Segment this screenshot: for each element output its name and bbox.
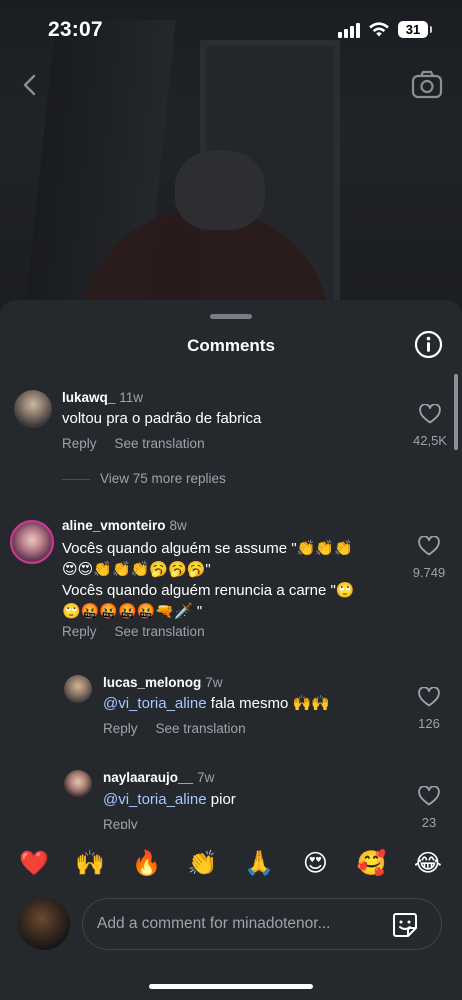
sheet-grabber[interactable] (210, 314, 252, 319)
wifi-icon (369, 22, 389, 37)
reply-button[interactable]: Reply (62, 624, 97, 639)
mention-link[interactable]: @vi_toria_aline (103, 695, 207, 712)
back-arrow-icon[interactable] (16, 70, 44, 100)
emoji-smiling-hearts-button[interactable]: 🥰 (352, 849, 392, 877)
emoji-laughing-button[interactable]: 😂 (408, 849, 448, 877)
mention-link[interactable]: @vi_toria_aline (103, 791, 207, 808)
avatar[interactable] (14, 390, 52, 428)
like-button[interactable]: 42,5K (408, 403, 452, 448)
see-translation-button[interactable]: See translation (115, 436, 205, 451)
comment-text: Vocês quando alguém se assume "👏👏👏 😍😍👏👏👏… (62, 539, 355, 620)
reply-button[interactable]: Reply (103, 721, 138, 736)
reply-username[interactable]: naylaaraujo__ 7w (103, 770, 214, 785)
see-translation-button[interactable]: See translation (156, 721, 246, 736)
signal-icon (338, 22, 362, 38)
heart-icon (419, 403, 441, 424)
avatar[interactable] (10, 520, 54, 564)
view-more-replies[interactable]: View 75 more replies (62, 471, 226, 486)
like-count: 42,5K (413, 433, 447, 448)
emoji-pray-button[interactable]: 🙏 (239, 849, 279, 877)
battery-indicator: 31 (398, 21, 432, 38)
sticker-icon[interactable] (391, 911, 419, 939)
comment-text: voltou pra o padrão de fabrica (62, 410, 262, 427)
avatar[interactable] (64, 675, 92, 703)
like-button[interactable]: 9.749 (404, 535, 454, 580)
emoji-heart-eyes-button[interactable]: 😍 (295, 849, 335, 877)
emoji-clap-button[interactable]: 👏 (183, 849, 223, 877)
camera-icon[interactable] (410, 68, 444, 102)
status-bar: 23:07 31 (0, 0, 462, 56)
emoji-raised-hands-button[interactable]: 🙌 (70, 849, 110, 877)
reply-button[interactable]: Reply (103, 817, 138, 829)
comment-age: 11w (119, 390, 144, 405)
reply-text: @vi_toria_aline pior (103, 791, 236, 808)
comment-input-placeholder: Add a comment for minadotenor... (97, 915, 331, 932)
see-translation-button[interactable]: See translation (115, 624, 205, 639)
reply-username[interactable]: lucas_melonog 7w (103, 675, 223, 690)
status-time: 23:07 (48, 18, 103, 41)
comment-username[interactable]: aline_vmonteiro 8w (62, 518, 187, 533)
sheet-title: Comments (187, 336, 275, 355)
info-icon[interactable] (414, 330, 443, 359)
like-button[interactable]: 23 (408, 785, 450, 830)
home-indicator (149, 984, 313, 989)
emoji-fire-button[interactable]: 🔥 (127, 849, 167, 877)
like-count: 9.749 (412, 565, 446, 580)
scrollbar[interactable] (454, 374, 458, 450)
like-count: 126 (418, 716, 440, 731)
comment-age: 8w (169, 518, 187, 533)
current-user-avatar (18, 898, 70, 950)
heart-icon (418, 686, 440, 707)
reply-age: 7w (205, 675, 223, 690)
reply-age: 7w (197, 770, 215, 785)
emoji-heart-button[interactable]: ❤️ (14, 849, 54, 877)
comment-input[interactable]: Add a comment for minadotenor... (82, 898, 442, 950)
avatar[interactable] (64, 770, 92, 798)
reply-button[interactable]: Reply (62, 436, 97, 451)
comment-username[interactable]: lukawq_ 11w (62, 390, 143, 405)
like-count: 23 (421, 815, 437, 830)
heart-icon (418, 785, 440, 806)
emoji-quick-bar: ❤️ 🙌 🔥 👏 🙏 😍 🥰 😂 (0, 838, 462, 888)
reply-text: @vi_toria_aline fala mesmo 🙌🙌 (103, 694, 330, 712)
like-button[interactable]: 126 (408, 686, 450, 731)
heart-icon (418, 535, 440, 556)
